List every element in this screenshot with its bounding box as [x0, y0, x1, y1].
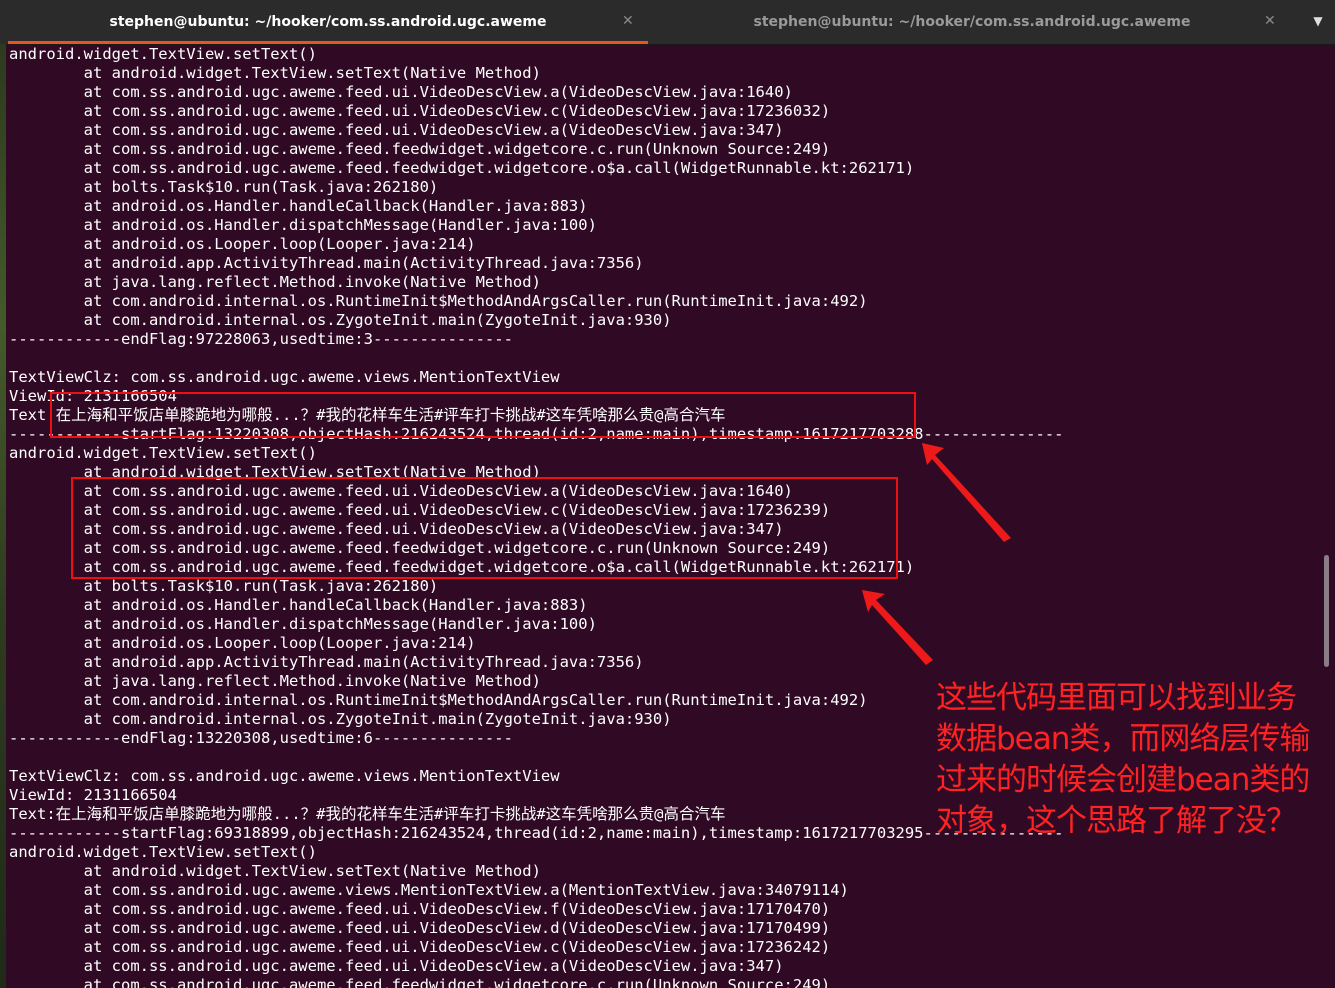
terminal-line: at com.ss.android.ugc.aweme.feed.ui.Vide…: [9, 102, 831, 120]
close-icon[interactable]: ✕: [622, 13, 634, 29]
terminal-line: android.widget.TextView.setText(): [9, 45, 317, 63]
active-tab-indicator: [8, 41, 648, 44]
terminal-line: at android.os.Looper.loop(Looper.java:21…: [9, 235, 476, 253]
terminal-line: ------------startFlag:13220308,objectHas…: [9, 425, 1064, 443]
annotation-text: 这些代码里面可以找到业务 数据bean类，而网络层传输 过来的时候会创建bean…: [936, 678, 1331, 842]
terminal-line: at com.ss.android.ugc.aweme.feed.feedwid…: [9, 539, 831, 557]
terminal-line: at android.os.Looper.loop(Looper.java:21…: [9, 634, 476, 652]
terminal-line: at android.app.ActivityThread.main(Activ…: [9, 653, 644, 671]
terminal-output[interactable]: android.widget.TextView.setText() at and…: [9, 45, 1319, 988]
terminal-line: at android.os.Handler.dispatchMessage(Ha…: [9, 615, 597, 633]
terminal-line: at com.ss.android.ugc.aweme.feed.feedwid…: [9, 140, 831, 158]
close-icon[interactable]: ✕: [1264, 13, 1276, 29]
terminal-line: at com.ss.android.ugc.aweme.feed.ui.Vide…: [9, 938, 831, 956]
terminal-line: at android.os.Handler.handleCallback(Han…: [9, 596, 588, 614]
annotation-line: 这些代码里面可以找到业务: [936, 680, 1297, 716]
terminal-line: at com.ss.android.ugc.aweme.feed.ui.Vide…: [9, 83, 793, 101]
tab-title: stephen@ubuntu: ~/hooker/com.ss.android.…: [753, 14, 1191, 30]
terminal-line: at com.ss.android.ugc.aweme.feed.feedwid…: [9, 976, 831, 988]
terminal-line: at android.os.Handler.handleCallback(Han…: [9, 197, 588, 215]
terminal-line: at android.widget.TextView.setText(Nativ…: [9, 64, 541, 82]
annotation-line: 数据bean类，而网络层传输: [936, 721, 1310, 757]
terminal-line: at com.ss.android.ugc.aweme.feed.ui.Vide…: [9, 121, 784, 139]
terminal-line: at bolts.Task$10.run(Task.java:262180): [9, 577, 439, 595]
chevron-down-icon[interactable]: ▼: [1311, 14, 1325, 28]
terminal-line: at android.os.Handler.dispatchMessage(Ha…: [9, 216, 597, 234]
tab-bar: stephen@ubuntu: ~/hooker/com.ss.android.…: [0, 0, 1335, 45]
terminal-line: ------------endFlag:97228063,usedtime:3-…: [9, 330, 513, 348]
desktop-background-edge: [0, 44, 6, 988]
terminal-line: at com.ss.android.ugc.aweme.feed.ui.Vide…: [9, 919, 831, 937]
terminal-line: at com.ss.android.ugc.aweme.feed.ui.Vide…: [9, 957, 784, 975]
terminal-line: at com.ss.android.ugc.aweme.feed.feedwid…: [9, 159, 915, 177]
annotation-line: 对象，这个思路了解了没？: [936, 803, 1297, 839]
terminal-line: at android.widget.TextView.setText(Nativ…: [9, 463, 541, 481]
tab-terminal-2[interactable]: stephen@ubuntu: ~/hooker/com.ss.android.…: [652, 0, 1292, 44]
terminal-line: at java.lang.reflect.Method.invoke(Nativ…: [9, 273, 541, 291]
annotation-line: 过来的时候会创建bean类的: [936, 762, 1310, 798]
terminal-line: Text:在上海和平饭店单膝跪地为哪般...？#我的花样车生活#评车打卡挑战#这…: [9, 406, 726, 424]
terminal-line: at bolts.Task$10.run(Task.java:262180): [9, 178, 439, 196]
terminal-line: at com.android.internal.os.ZygoteInit.ma…: [9, 311, 672, 329]
terminal-line: at com.android.internal.os.RuntimeInit$M…: [9, 292, 868, 310]
terminal-line: ViewId: 2131166504: [9, 387, 177, 405]
terminal-line: at com.ss.android.ugc.aweme.feed.feedwid…: [9, 558, 915, 576]
terminal-line: at android.app.ActivityThread.main(Activ…: [9, 254, 644, 272]
tab-title: stephen@ubuntu: ~/hooker/com.ss.android.…: [109, 14, 547, 30]
terminal-line: at android.widget.TextView.setText(Nativ…: [9, 862, 541, 880]
terminal-line: at com.ss.android.ugc.aweme.views.Mentio…: [9, 881, 849, 899]
terminal-line: android.widget.TextView.setText(): [9, 444, 317, 462]
terminal-line: at com.ss.android.ugc.aweme.feed.ui.Vide…: [9, 501, 831, 519]
terminal-line: TextViewClz: com.ss.android.ugc.aweme.vi…: [9, 368, 560, 386]
terminal-line: android.widget.TextView.setText(): [9, 843, 317, 861]
tab-terminal-1[interactable]: stephen@ubuntu: ~/hooker/com.ss.android.…: [8, 0, 648, 44]
terminal-line: at com.ss.android.ugc.aweme.feed.ui.Vide…: [9, 900, 831, 918]
terminal-line: at com.ss.android.ugc.aweme.feed.ui.Vide…: [9, 482, 793, 500]
scrollbar-thumb[interactable]: [1324, 555, 1329, 667]
terminal-line: at com.ss.android.ugc.aweme.feed.ui.Vide…: [9, 520, 784, 538]
